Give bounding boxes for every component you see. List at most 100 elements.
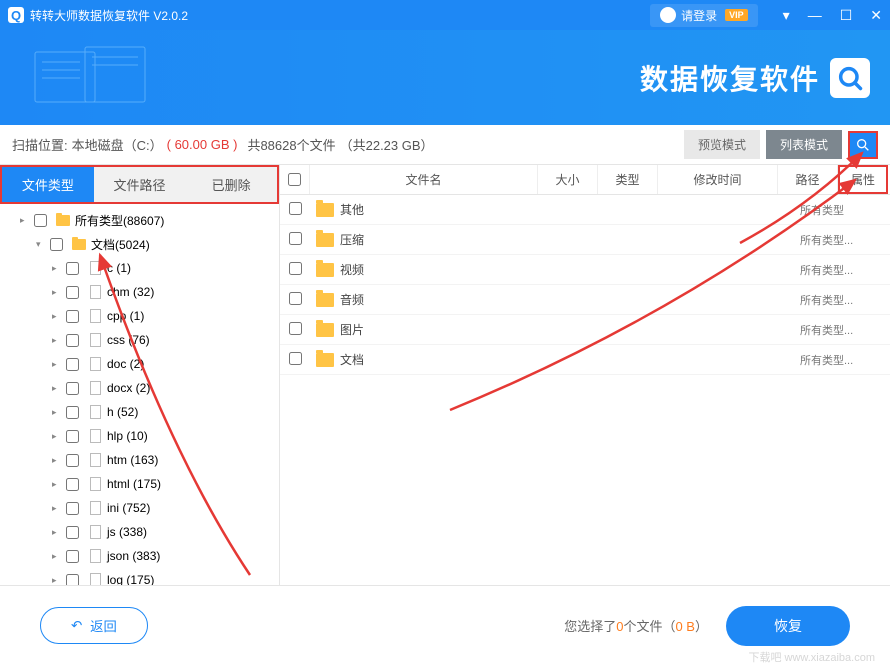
tree-item[interactable]: ▸docx (2) <box>0 376 279 400</box>
table-row[interactable]: 图片所有类型... <box>280 315 890 345</box>
column-path[interactable]: 路径 <box>778 165 838 194</box>
tree-checkbox[interactable] <box>66 358 79 371</box>
row-checkbox[interactable] <box>289 322 302 335</box>
row-checkbox[interactable] <box>289 292 302 305</box>
caret-icon[interactable]: ▸ <box>20 215 30 226</box>
folder-icon <box>316 263 334 277</box>
caret-icon[interactable]: ▸ <box>52 311 62 322</box>
folder-icon <box>55 212 71 228</box>
caret-icon[interactable]: ▸ <box>52 335 62 346</box>
tree-checkbox[interactable] <box>66 550 79 563</box>
caret-icon[interactable]: ▸ <box>52 527 62 538</box>
scan-label: 扫描位置: <box>12 135 68 154</box>
row-checkbox[interactable] <box>289 202 302 215</box>
back-label: 返回 <box>90 616 117 635</box>
tree-checkbox[interactable] <box>66 430 79 443</box>
menu-icon[interactable]: ▾ <box>783 7 790 24</box>
tree-item[interactable]: ▸c (1) <box>0 256 279 280</box>
search-button[interactable] <box>848 131 878 159</box>
column-size[interactable]: 大小 <box>538 165 598 194</box>
row-path: 所有类型... <box>800 352 890 368</box>
caret-icon[interactable]: ▸ <box>52 575 62 586</box>
watermark-text: 下载吧 www.xiazaiba.com <box>748 649 875 665</box>
tree-docs[interactable]: ▾ 文档(5024) <box>0 232 279 256</box>
tree-item[interactable]: ▸hlp (10) <box>0 424 279 448</box>
caret-icon[interactable]: ▸ <box>52 551 62 562</box>
sel-suffix: ） <box>695 619 708 634</box>
tree-checkbox[interactable] <box>66 502 79 515</box>
file-icon <box>87 404 103 420</box>
table-row[interactable]: 其他所有类型 <box>280 195 890 225</box>
tree-checkbox[interactable] <box>66 334 79 347</box>
tree-checkbox[interactable] <box>66 286 79 299</box>
caret-icon[interactable]: ▸ <box>52 383 62 394</box>
list-mode-button[interactable]: 列表模式 <box>766 130 842 159</box>
tree-item[interactable]: ▸html (175) <box>0 472 279 496</box>
caret-icon[interactable]: ▸ <box>52 455 62 466</box>
tab-deleted[interactable]: 已删除 <box>185 167 277 202</box>
file-tree[interactable]: ▸ 所有类型(88607) ▾ 文档(5024) ▸c (1)▸chm (32)… <box>0 204 279 585</box>
tree-checkbox[interactable] <box>66 478 79 491</box>
column-type[interactable]: 类型 <box>598 165 658 194</box>
login-button[interactable]: 请登录 VIP <box>650 4 758 27</box>
tree-checkbox[interactable] <box>50 238 63 251</box>
tree-checkbox[interactable] <box>66 454 79 467</box>
recover-button[interactable]: 恢复 <box>726 606 850 646</box>
file-icon <box>87 284 103 300</box>
caret-icon[interactable]: ▸ <box>52 407 62 418</box>
table-row[interactable]: 压缩所有类型... <box>280 225 890 255</box>
tab-file-type[interactable]: 文件类型 <box>2 167 94 202</box>
caret-icon[interactable]: ▸ <box>52 359 62 370</box>
caret-icon[interactable]: ▸ <box>52 263 62 274</box>
tab-file-path[interactable]: 文件路径 <box>94 167 186 202</box>
preview-mode-button[interactable]: 预览模式 <box>684 130 760 159</box>
tree-checkbox[interactable] <box>34 214 47 227</box>
column-filename[interactable]: 文件名 <box>310 165 538 194</box>
sel-size: 0 B <box>675 619 695 634</box>
select-all-checkbox[interactable] <box>288 173 301 186</box>
tree-item[interactable]: ▸log (175) <box>0 568 279 585</box>
maximize-icon[interactable]: ☐ <box>840 7 853 24</box>
table-row[interactable]: 文档所有类型... <box>280 345 890 375</box>
tree-root[interactable]: ▸ 所有类型(88607) <box>0 208 279 232</box>
table-row[interactable]: 视频所有类型... <box>280 255 890 285</box>
minimize-icon[interactable]: — <box>808 7 822 24</box>
column-attr[interactable]: 属性 <box>838 165 888 194</box>
tree-item[interactable]: ▸ini (752) <box>0 496 279 520</box>
search-icon <box>855 137 871 153</box>
column-time[interactable]: 修改时间 <box>658 165 778 194</box>
close-icon[interactable]: ✕ <box>870 7 882 24</box>
tree-checkbox[interactable] <box>66 382 79 395</box>
tree-checkbox[interactable] <box>66 262 79 275</box>
tree-item[interactable]: ▸ h (52) <box>0 400 279 424</box>
tree-checkbox[interactable] <box>66 574 79 586</box>
caret-icon[interactable]: ▸ <box>52 287 62 298</box>
row-checkbox[interactable] <box>289 352 302 365</box>
tree-checkbox[interactable] <box>66 526 79 539</box>
footer-bar: ↶ 返回 您选择了0个文件（0 B） 恢复 下载吧 www.xiazaiba.c… <box>0 585 890 665</box>
tree-checkbox[interactable] <box>66 406 79 419</box>
scan-info-bar: 扫描位置: 本地磁盘（C:） ( 60.00 GB ) 共88628个文件 （共… <box>0 125 890 165</box>
column-checkbox[interactable] <box>280 165 310 194</box>
back-button[interactable]: ↶ 返回 <box>40 607 148 644</box>
tree-item[interactable]: ▸doc (2) <box>0 352 279 376</box>
row-checkbox[interactable] <box>289 262 302 275</box>
tree-checkbox[interactable] <box>66 310 79 323</box>
selection-summary: 您选择了0个文件（0 B） <box>564 616 708 635</box>
table-body[interactable]: 其他所有类型压缩所有类型...视频所有类型...音频所有类型...图片所有类型.… <box>280 195 890 585</box>
tree-item[interactable]: ▸chm (32) <box>0 280 279 304</box>
caret-icon[interactable]: ▸ <box>52 431 62 442</box>
row-checkbox[interactable] <box>289 232 302 245</box>
tree-item[interactable]: ▸css (76) <box>0 328 279 352</box>
tree-label: h (52) <box>107 405 138 419</box>
table-row[interactable]: 音频所有类型... <box>280 285 890 315</box>
caret-icon[interactable]: ▸ <box>52 503 62 514</box>
caret-icon[interactable]: ▾ <box>36 239 46 250</box>
tree-item[interactable]: ▸json (383) <box>0 544 279 568</box>
tree-item[interactable]: ▸htm (163) <box>0 448 279 472</box>
tree-item[interactable]: ▸cpp (1) <box>0 304 279 328</box>
caret-icon[interactable]: ▸ <box>52 479 62 490</box>
hero-graphic-icon <box>30 42 150 112</box>
tree-item[interactable]: ▸js (338) <box>0 520 279 544</box>
row-path: 所有类型... <box>800 262 890 278</box>
